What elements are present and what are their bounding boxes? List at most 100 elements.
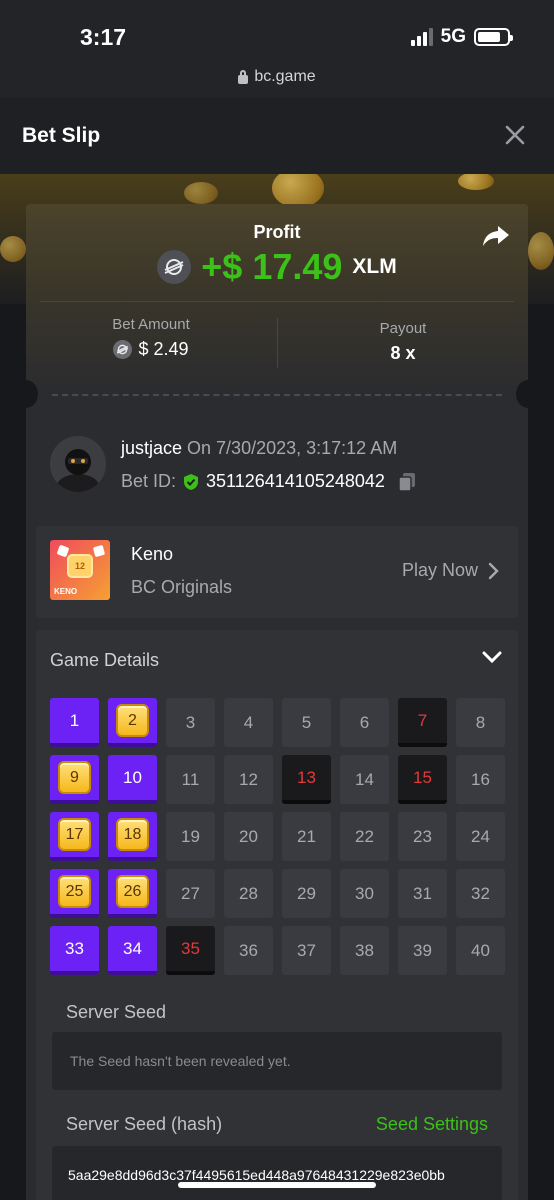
keno-tile: 2	[108, 698, 157, 747]
bet-id-value: 351126414105248042	[206, 471, 385, 491]
bet-slip-header: Bet Slip	[0, 98, 554, 174]
close-icon[interactable]	[504, 124, 526, 146]
page-title: Bet Slip	[22, 124, 101, 147]
keno-tile: 9	[50, 755, 99, 804]
keno-tile: 29	[282, 869, 331, 918]
keno-tile: 7	[398, 698, 447, 747]
bet-amount-text: $ 2.49	[138, 339, 189, 359]
game-details-title: Game Details	[50, 650, 160, 670]
bet-user-line: justjace On 7/30/2023, 3:17:12 AM	[121, 438, 397, 459]
server-seed-label: Server Seed	[66, 1002, 167, 1022]
keno-tile: 5	[282, 698, 331, 747]
game-details-card: Game Details 1 2 3 4 5 6 7 8 9 10 11 12 13 14 15 16 17 18…	[36, 630, 518, 1200]
keno-tile: 15	[398, 755, 447, 804]
avatar[interactable]	[50, 436, 106, 492]
keno-tile: 17	[50, 812, 99, 861]
game-provider: BC Originals	[131, 577, 233, 597]
keno-thumbnail: 12 KENO	[50, 540, 110, 600]
ticket-notch-right	[516, 380, 540, 408]
bet-amount-value: $ 2.49	[26, 339, 276, 360]
keno-tile: 12	[224, 755, 273, 804]
keno-tile: 22	[340, 812, 389, 861]
bet-amount-stat: Bet Amount $ 2.49	[26, 316, 276, 360]
keno-hit-gem: 17	[58, 818, 91, 851]
bet-date: On 7/30/2023, 3:17:12 AM	[182, 438, 398, 458]
payout-stat: Payout 8 x	[278, 320, 528, 364]
keno-tile: 26	[108, 869, 157, 918]
seed-settings-link[interactable]: Seed Settings	[376, 1114, 488, 1135]
keno-tile: 27	[166, 869, 215, 918]
share-icon[interactable]	[482, 224, 510, 250]
home-indicator[interactable]	[178, 1182, 376, 1188]
keno-tile: 39	[398, 926, 447, 975]
keno-tile: 20	[224, 812, 273, 861]
keno-hit-gem: 26	[116, 875, 149, 908]
url-bar[interactable]: bc.game	[0, 62, 554, 98]
status-time: 3:17	[80, 24, 127, 50]
ticket-separator	[52, 394, 502, 396]
keno-hit-gem: 25	[58, 875, 91, 908]
ticket-notch-left	[14, 380, 38, 408]
keno-tile: 31	[398, 869, 447, 918]
username[interactable]: justjace	[121, 438, 182, 458]
signal-icon	[410, 28, 433, 46]
chevron-right-icon	[488, 562, 499, 580]
keno-tile: 4	[224, 698, 273, 747]
payout-value: 8 x	[390, 343, 416, 363]
keno-tile: 23	[398, 812, 447, 861]
server-seed-hash-label: Server Seed (hash)	[66, 1114, 223, 1134]
keno-tile: 34	[108, 926, 157, 975]
keno-tile: 25	[50, 869, 99, 918]
keno-tile: 11	[166, 755, 215, 804]
keno-tile: 19	[166, 812, 215, 861]
lock-icon	[238, 70, 249, 84]
profit-amount: +$ 17.49	[201, 246, 343, 287]
keno-tile: 21	[282, 812, 331, 861]
copy-icon[interactable]	[397, 472, 417, 492]
keno-tile: 38	[340, 926, 389, 975]
profit-label: Profit	[253, 222, 301, 242]
keno-thumb-label: KENO	[54, 587, 78, 596]
keno-tile: 6	[340, 698, 389, 747]
keno-thumb-number: 12	[67, 554, 93, 578]
keno-tile: 35	[166, 926, 215, 975]
keno-tile: 10	[108, 755, 157, 804]
network-type: 5G	[440, 26, 466, 47]
verified-shield-icon	[184, 473, 199, 490]
keno-tile: 28	[224, 869, 273, 918]
profit-row: +$ 17.49 XLM	[26, 246, 528, 288]
chevron-down-icon[interactable]	[482, 650, 502, 664]
keno-tile: 24	[456, 812, 505, 861]
bet-amount-label: Bet Amount	[112, 316, 190, 333]
profit-currency: XLM	[352, 255, 397, 278]
keno-tile: 37	[282, 926, 331, 975]
keno-hit-gem: 2	[116, 704, 149, 737]
status-indicators: 5G	[410, 26, 513, 48]
keno-tile: 30	[340, 869, 389, 918]
keno-tile: 14	[340, 755, 389, 804]
battery-icon	[474, 28, 513, 46]
payout-label: Payout	[379, 320, 427, 337]
game-name: Keno	[131, 544, 174, 564]
keno-tile: 16	[456, 755, 505, 804]
play-now-button[interactable]: Play Now	[402, 560, 478, 581]
keno-tile: 32	[456, 869, 505, 918]
keno-hit-gem: 18	[116, 818, 149, 851]
keno-tile: 8	[456, 698, 505, 747]
keno-tile: 33	[50, 926, 99, 975]
server-seed-hash-field[interactable]: 5aa29e8dd96d3c37f4495615ed448a9764843122…	[52, 1146, 502, 1200]
bet-id-line: Bet ID: 351126414105248042	[121, 471, 417, 492]
keno-tile: 3	[166, 698, 215, 747]
keno-hit-gem: 9	[58, 761, 91, 794]
server-seed-field[interactable]: The Seed hasn't been revealed yet.	[52, 1032, 502, 1090]
result-card: Profit +$ 17.49 XLM Bet Amount $ 2.49 Pa	[26, 204, 528, 392]
xlm-icon	[157, 250, 192, 284]
keno-board: 1 2 3 4 5 6 7 8 9 10 11 12 13 14 15 16 17 18 19 20 21 22 23 24 2…	[50, 698, 505, 975]
game-card[interactable]: 12 KENO Keno BC Originals Play Now	[36, 526, 518, 618]
keno-tile: 40	[456, 926, 505, 975]
keno-tile: 36	[224, 926, 273, 975]
status-bar: 3:17 5G	[0, 0, 554, 62]
xlm-icon	[113, 340, 133, 359]
keno-tile: 13	[282, 755, 331, 804]
bet-id-label: Bet ID:	[121, 471, 177, 491]
